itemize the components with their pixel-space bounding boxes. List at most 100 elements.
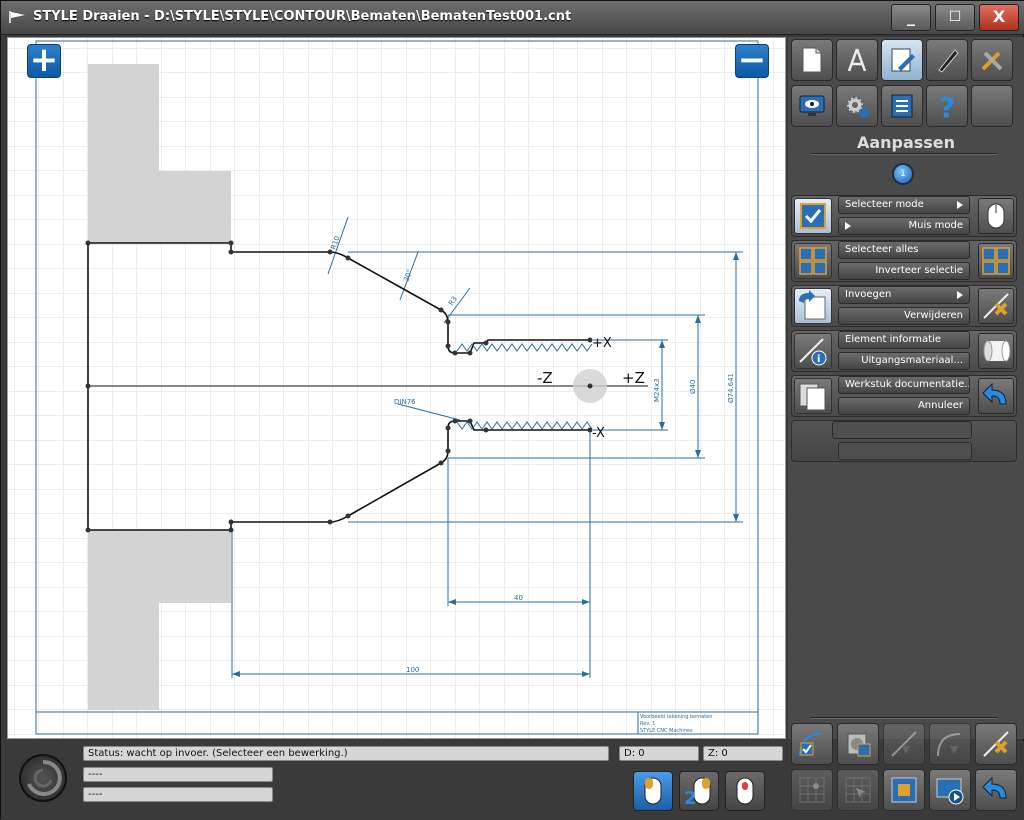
- insert-group: Invoegen Verwijderen: [791, 285, 1017, 327]
- new-file-button[interactable]: [791, 39, 833, 81]
- axis-label-plus-z: +Z: [622, 369, 645, 387]
- status-line-3: ----: [83, 787, 273, 802]
- documents-icon: [799, 383, 826, 411]
- arc-tool-icon: [937, 733, 961, 757]
- insert-button[interactable]: [794, 288, 832, 324]
- chevron-right-icon: [957, 201, 963, 209]
- logo-swirl-icon: [27, 759, 62, 796]
- edit-mode-button[interactable]: [881, 39, 923, 81]
- element-info-button[interactable]: i: [794, 333, 832, 369]
- fit-view-button[interactable]: [883, 769, 925, 811]
- line-tool-button[interactable]: [883, 723, 925, 765]
- info-line-icon: i: [799, 338, 827, 366]
- arc-tool-button[interactable]: [929, 723, 971, 765]
- dim-label-len100: 100: [406, 666, 419, 674]
- empty-slot-top: [832, 421, 972, 439]
- empty-slot-bottom: [838, 442, 972, 460]
- insert-dropdown[interactable]: Invoegen: [838, 286, 970, 304]
- application-window: STYLE Draaien - D:\STYLE\STYLE\CONTOUR\B…: [0, 0, 1024, 820]
- help-button[interactable]: ?: [926, 85, 968, 127]
- settings-button[interactable]: [836, 85, 878, 127]
- chuck-button[interactable]: [837, 723, 879, 765]
- dim-label-len40: 40: [514, 594, 523, 602]
- mouse-icon: [736, 777, 754, 805]
- mouse-button[interactable]: [978, 198, 1014, 234]
- mouse-mode-2-button[interactable]: 2: [679, 771, 719, 811]
- svg-text:i: i: [817, 354, 820, 365]
- status-line-2: ----: [83, 767, 273, 782]
- select-mode-button[interactable]: [794, 198, 832, 234]
- close-button[interactable]: X: [979, 4, 1019, 31]
- documentation-label-button[interactable]: Werkstuk documentatie...: [838, 376, 970, 394]
- minimize-button[interactable]: _: [891, 4, 931, 31]
- chuck-icon: [847, 733, 871, 757]
- title-block-line-2: Rev. 1: [640, 721, 655, 727]
- select-mode-label: Selecteer mode: [845, 199, 924, 210]
- delete-element-button[interactable]: [975, 723, 1017, 765]
- zoom-in-button[interactable]: +: [27, 43, 61, 78]
- mouse-mode-1-button[interactable]: [633, 771, 673, 811]
- grid-cursor-icon: [845, 777, 871, 803]
- select-arc-icon: [799, 733, 823, 757]
- compass-tool-icon: [847, 48, 867, 72]
- dim-label-dia74: Ø74.641: [727, 373, 735, 403]
- view-button[interactable]: [791, 85, 833, 127]
- contour-tool-button[interactable]: [836, 39, 878, 81]
- mouse-mode-label: Muis mode: [908, 220, 964, 231]
- title-block-line-1: Voorbeeld tekening bematen: [640, 714, 712, 720]
- cancel-button[interactable]: Annuleer: [838, 397, 970, 415]
- page-indicator[interactable]: 1: [892, 163, 914, 185]
- select-mode-group: Selecteer mode Muis mode: [791, 195, 1017, 237]
- drawing-canvas[interactable]: -Z +Z +X -X R10 30° R3 DIN76 M24x3 Ø40 Ø…: [7, 37, 786, 739]
- delete-line-icon: [983, 293, 1009, 319]
- tools-button[interactable]: [971, 39, 1013, 81]
- section-divider: [810, 153, 998, 155]
- cylinder-icon: [983, 340, 1011, 362]
- tools-icon: [981, 51, 1003, 71]
- delete-icon-button[interactable]: [978, 288, 1014, 324]
- title-bar[interactable]: STYLE Draaien - D:\STYLE\STYLE\CONTOUR\B…: [1, 1, 1024, 35]
- app-logo: [19, 754, 67, 802]
- mouse-mode-2-label: 2: [684, 788, 697, 806]
- title-block-line-3: STYLE CNC Machines: [640, 728, 693, 734]
- delete-button[interactable]: Verwijderen: [838, 307, 970, 325]
- select-all-label-button[interactable]: Selecteer alles: [838, 241, 970, 259]
- grid-select-icon: [799, 247, 827, 275]
- d-coordinate: D: 0: [619, 746, 699, 761]
- monitor-play-icon: [936, 778, 964, 805]
- zoom-out-button[interactable]: −: [735, 43, 769, 78]
- undo-button[interactable]: [978, 378, 1014, 414]
- mouse-icon: [644, 777, 662, 805]
- grid-select-button[interactable]: [837, 769, 879, 811]
- documentation-group: Werkstuk documentatie... Annuleer: [791, 375, 1017, 417]
- undo-arrow-icon: [982, 776, 1007, 799]
- axis-label-plus-x: +X: [592, 336, 612, 351]
- window-title: STYLE Draaien - D:\STYLE\STYLE\CONTOUR\B…: [33, 9, 572, 24]
- maximize-button[interactable]: ☐: [935, 4, 975, 31]
- list-button[interactable]: [881, 85, 923, 127]
- select-all-group: Selecteer alles Inverteer selectie: [791, 240, 1017, 282]
- select-all-button[interactable]: [794, 243, 832, 279]
- invert-selection-button[interactable]: Inverteer selectie: [838, 262, 970, 280]
- select-arc-button[interactable]: [791, 723, 833, 765]
- element-info-label-button[interactable]: Element informatie: [838, 331, 970, 349]
- edit-document-icon: [891, 48, 915, 72]
- draw-tool-button[interactable]: [926, 39, 968, 81]
- mouse-mode-3-button[interactable]: [725, 771, 765, 811]
- stock-material-icon-button[interactable]: [978, 333, 1014, 369]
- simulate-button[interactable]: [929, 769, 971, 811]
- empty-action-group: [791, 420, 1017, 462]
- grid-snap-button[interactable]: [791, 769, 833, 811]
- empty-tool-slot: [971, 85, 1013, 127]
- dim-label-din76: DIN76: [394, 398, 416, 406]
- select-mode-dropdown[interactable]: Selecteer mode: [838, 196, 970, 214]
- grid-snap-icon: [799, 777, 825, 803]
- undo-bottom-button[interactable]: [975, 769, 1017, 811]
- invert-grid-icon: [982, 247, 1010, 275]
- list-icon: [891, 94, 913, 118]
- invert-selection-icon-button[interactable]: [978, 243, 1014, 279]
- mouse-mode-dropdown[interactable]: Muis mode: [838, 217, 970, 235]
- stock-material-button[interactable]: Uitgangsmateriaal...: [838, 352, 970, 370]
- right-panel: ? Aanpassen 1 Selecteer mode Muis mode S…: [788, 37, 1024, 739]
- documentation-button[interactable]: [794, 378, 832, 414]
